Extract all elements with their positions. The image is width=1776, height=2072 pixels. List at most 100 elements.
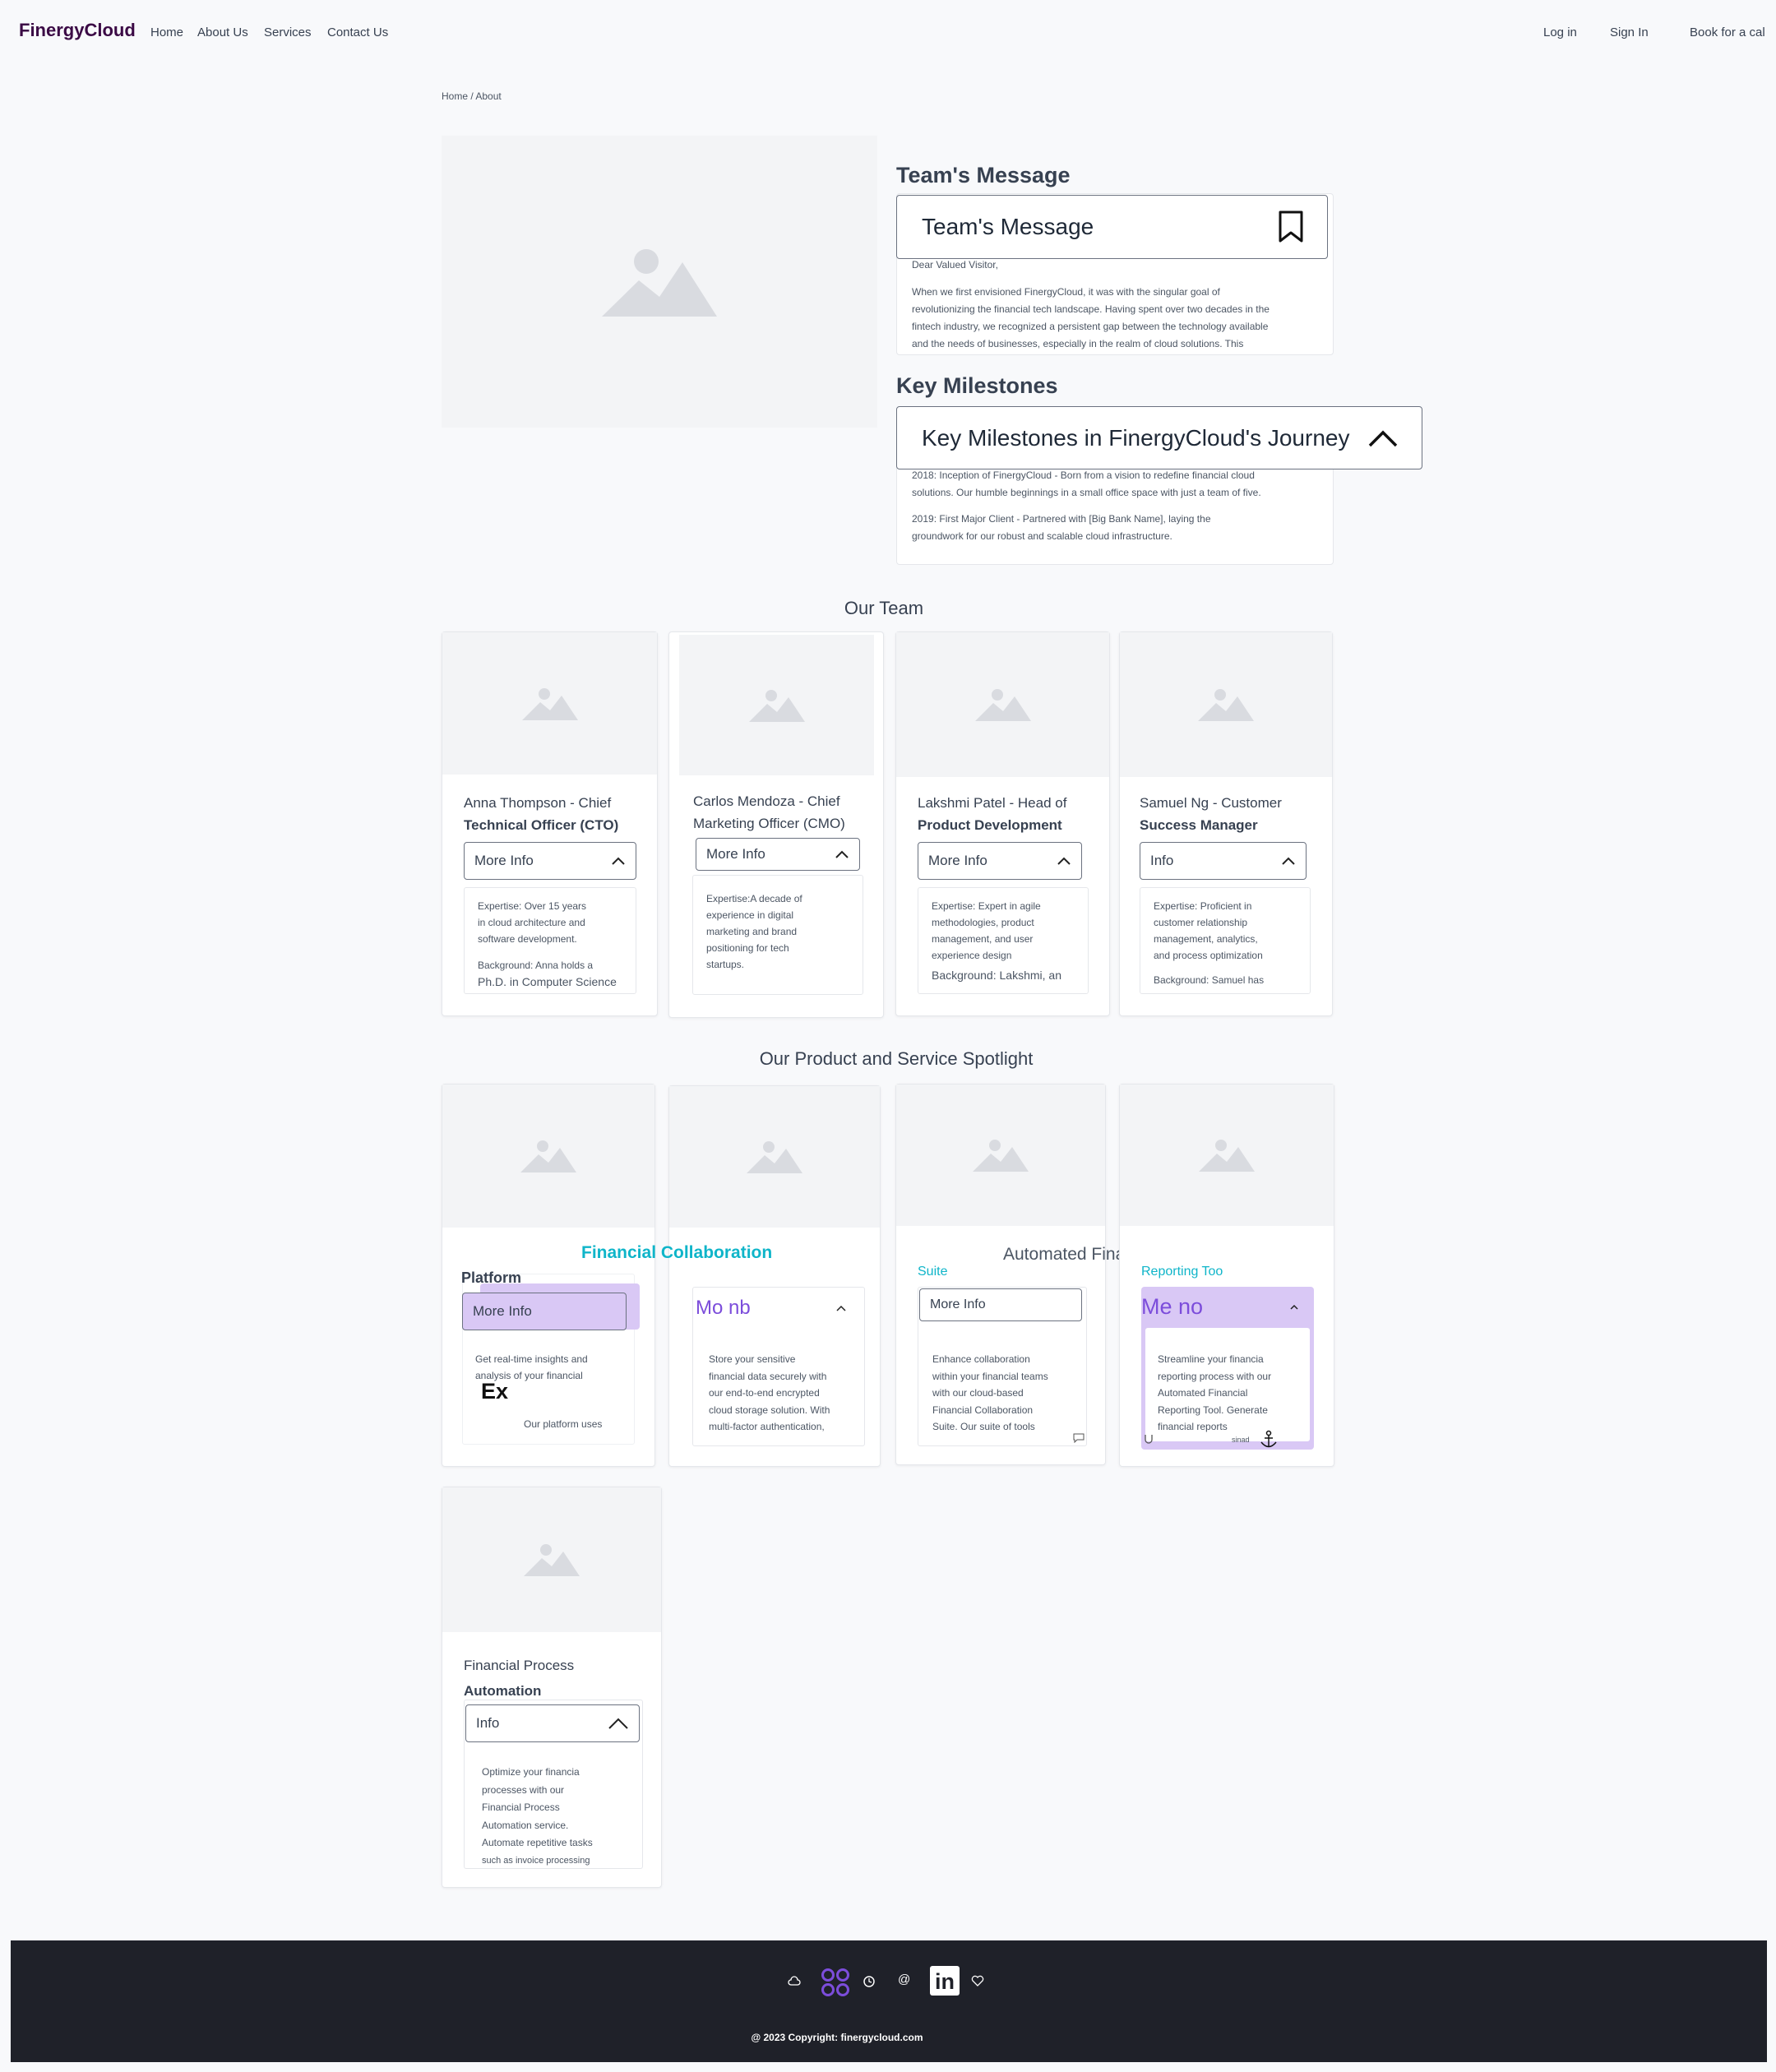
detail-line: startups. bbox=[706, 959, 745, 970]
desc-line: Automation service. bbox=[482, 1819, 569, 1831]
member-name-line: Carlos Mendoza - Chief bbox=[693, 793, 840, 809]
milestones-toggle[interactable]: Key Milestones in FinergyCloud's Journey bbox=[896, 406, 1422, 469]
detail-line: software development. bbox=[478, 933, 577, 945]
info-button[interactable]: Info bbox=[465, 1704, 640, 1742]
member-role: Product Development bbox=[918, 817, 1062, 833]
apps-icon[interactable] bbox=[821, 1968, 850, 1997]
team-message-toggle[interactable]: Team's Message bbox=[896, 195, 1328, 259]
more-info-button[interactable]: More Info bbox=[462, 1293, 627, 1330]
at-icon[interactable]: @ bbox=[898, 1973, 910, 1986]
image-placeholder-icon bbox=[521, 687, 578, 720]
desc-line: Store your sensitive bbox=[709, 1353, 796, 1365]
member-details: Expertise: Over 15 years in cloud archit… bbox=[464, 887, 636, 994]
detail-line: Background: Lakshmi, an bbox=[932, 969, 1061, 982]
desc-line: multi-factor authentication, bbox=[709, 1421, 825, 1432]
message-line: fintech industry, we recognized a persis… bbox=[912, 321, 1269, 332]
detail-line: Expertise: Expert in agile bbox=[932, 900, 1041, 912]
linkedin-icon[interactable]: in bbox=[930, 1966, 960, 1996]
signin-link[interactable]: Sign In bbox=[1610, 25, 1649, 39]
desc-line: Reporting Tool. Generate bbox=[1158, 1404, 1268, 1416]
message-line: When we first envisioned FinergyCloud, i… bbox=[912, 286, 1220, 298]
member-role: Technical Officer (CTO) bbox=[464, 817, 619, 833]
product-image bbox=[669, 1086, 880, 1228]
team-card: Carlos Mendoza - Chief Marketing Officer… bbox=[668, 631, 884, 1018]
desc-line: Optimize your financia bbox=[482, 1766, 580, 1778]
collaboration-title: Financial Collaboration bbox=[581, 1243, 773, 1262]
product-image bbox=[1120, 1085, 1334, 1226]
chevron-up-icon bbox=[836, 1305, 846, 1311]
member-details: Expertise: Expert in agile methodologies… bbox=[918, 887, 1089, 994]
member-role: Success Manager bbox=[1140, 817, 1258, 833]
nav-home[interactable]: Home bbox=[150, 25, 183, 39]
member-photo bbox=[679, 635, 874, 775]
desc-line: Financial Collaboration bbox=[932, 1404, 1034, 1416]
more-info-button[interactable]: More Info bbox=[919, 1288, 1082, 1321]
desc-line: cloud storage solution. With bbox=[709, 1404, 830, 1416]
info-label: Info bbox=[1150, 853, 1174, 868]
member-photo bbox=[896, 632, 1109, 777]
detail-line: Background: Anna holds a bbox=[478, 960, 594, 971]
milestone-line: solutions. Our humble beginnings in a sm… bbox=[912, 487, 1261, 498]
nav-contact[interactable]: Contact Us bbox=[327, 25, 388, 39]
team-heading: Our Team bbox=[844, 598, 924, 618]
image-placeholder-icon bbox=[602, 248, 717, 317]
products-heading: Our Product and Service Spotlight bbox=[759, 1048, 1034, 1069]
copyright-text: @ 2023 Copyright: finergycloud.com bbox=[751, 2032, 923, 2043]
chevron-up-icon bbox=[1368, 430, 1398, 446]
detail-line: Ph.D. in Computer Science bbox=[478, 975, 617, 988]
cloud-icon[interactable] bbox=[788, 1976, 801, 1987]
heart-icon[interactable] bbox=[971, 1975, 984, 1986]
nav-services[interactable]: Services bbox=[264, 25, 312, 39]
detail-line: management, and user bbox=[932, 933, 1034, 945]
chevron-up-icon bbox=[1290, 1304, 1298, 1310]
detail-line: Expertise: Over 15 years bbox=[478, 900, 587, 912]
product-footnote: Our platform uses bbox=[524, 1418, 603, 1430]
nav-about[interactable]: About Us bbox=[197, 25, 248, 39]
more-info-button[interactable]: More Info bbox=[696, 838, 860, 871]
info-button[interactable]: Info bbox=[1140, 842, 1307, 880]
product-description: Store your sensitive financial data secu… bbox=[709, 1351, 830, 1436]
member-photo bbox=[442, 632, 657, 775]
magnet-icon bbox=[1145, 1435, 1153, 1444]
more-info-button[interactable]: Mo nb bbox=[694, 1292, 858, 1325]
milestones-toggle-label: Key Milestones in FinergyCloud's Journey bbox=[922, 424, 1350, 451]
hero-image bbox=[442, 136, 877, 428]
product-description: Optimize your financia processes with ou… bbox=[482, 1764, 593, 1870]
image-placeholder-icon bbox=[747, 1141, 802, 1173]
ex-label: Ex bbox=[481, 1379, 509, 1404]
clock-icon[interactable] bbox=[863, 1975, 876, 1988]
product-title: Suite bbox=[918, 1265, 948, 1279]
product-card: Reporting Too Me no Streamline your fina… bbox=[1119, 1084, 1334, 1467]
team-card: Samuel Ng - Customer Success Manager Inf… bbox=[1119, 631, 1333, 1016]
desc-line: Automated Financial bbox=[1158, 1387, 1248, 1399]
product-title: Financial Process Automation bbox=[464, 1653, 574, 1704]
detail-line: experience design bbox=[932, 950, 1012, 961]
member-name-line: Anna Thompson - Chief bbox=[464, 795, 612, 811]
more-info-button[interactable]: More Info bbox=[918, 842, 1082, 880]
login-link[interactable]: Log in bbox=[1543, 25, 1577, 39]
desc-line: within your financial teams bbox=[932, 1370, 1048, 1382]
more-info-button[interactable]: More Info bbox=[464, 842, 636, 880]
message-line: and the needs of businesses, especially … bbox=[912, 338, 1244, 349]
image-placeholder-icon bbox=[520, 1140, 576, 1172]
member-name: Lakshmi Patel - Head of Product Developm… bbox=[918, 792, 1066, 836]
book-call-link[interactable]: Book for a cal bbox=[1690, 25, 1765, 39]
product-card: Platform More Info Get real-time insight… bbox=[442, 1084, 655, 1467]
chevron-up-icon bbox=[835, 850, 849, 858]
team-message-heading: Team's Message bbox=[896, 163, 1071, 187]
member-name: Samuel Ng - Customer Success Manager bbox=[1140, 792, 1282, 836]
member-role: Marketing Officer (CMO) bbox=[693, 816, 845, 831]
detail-line: and process optimization bbox=[1154, 950, 1263, 961]
detail-line: management, analytics, bbox=[1154, 933, 1258, 945]
more-info-button[interactable]: Me no bbox=[1141, 1288, 1312, 1325]
desc-line: our end-to-end encrypted bbox=[709, 1387, 820, 1399]
info-label: Info bbox=[476, 1715, 500, 1731]
more-info-label: Mo nb bbox=[696, 1297, 751, 1319]
comment-icon bbox=[1073, 1433, 1085, 1443]
message-line: revolutionizing the financial tech lands… bbox=[912, 303, 1270, 315]
image-placeholder-icon bbox=[748, 689, 805, 722]
detail-line: Expertise: Proficient in bbox=[1154, 900, 1252, 912]
logo[interactable]: FinergyCloud bbox=[19, 20, 136, 41]
chevron-up-icon bbox=[608, 1718, 628, 1729]
milestone-line: 2019: First Major Client - Partnered wit… bbox=[912, 513, 1211, 525]
